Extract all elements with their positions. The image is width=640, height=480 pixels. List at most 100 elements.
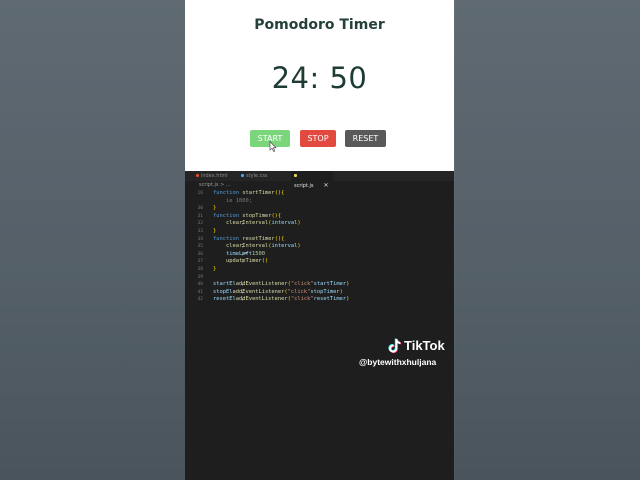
code-line[interactable]: 33} [185, 228, 454, 236]
code-token: } [213, 205, 217, 212]
code-token: () [261, 258, 269, 265]
video-column: Pomodoro Timer 24: 50 START STOP RESET i… [185, 0, 454, 480]
code-line[interactable]: ie 1000; [185, 198, 454, 206]
code-text: } [213, 266, 216, 274]
code-token: ; [241, 258, 245, 265]
left-backdrop [0, 0, 185, 480]
browser-preview: Pomodoro Timer 24: 50 START STOP RESET [185, 0, 454, 171]
line-number: 16 [197, 191, 203, 196]
js-file-icon [294, 174, 297, 177]
code-token: 1500 [251, 250, 265, 257]
code-token: } [213, 265, 217, 272]
code-text: } [213, 205, 216, 213]
code-text: startEl. addEventListener("click", startT… [213, 281, 349, 289]
tiktok-wordmark: TikTok [404, 338, 445, 353]
code-text: } [213, 228, 216, 236]
code-token: resetEl [213, 296, 236, 303]
code-line[interactable]: 40 startEl. addEventListener("click", star… [185, 281, 454, 289]
html-file-icon [196, 174, 199, 177]
code-token: updateTimer [213, 258, 262, 265]
line-number: 34 [197, 236, 203, 242]
right-backdrop [455, 0, 640, 480]
code-line[interactable]: 16 function startTimer(){ [185, 190, 454, 198]
code-token: (){ [274, 190, 285, 196]
code-line[interactable]: 36 timeLeft = 1500; [185, 251, 454, 259]
line-number: 42 [197, 297, 203, 303]
code-line[interactable]: 41 stopEl. addEventListener("click", stopT… [185, 289, 454, 297]
code-text: resetEl. addEventListener("click", resetT… [213, 296, 349, 304]
code-token: ) [297, 243, 301, 250]
code-text: function startTimer(){ [213, 190, 284, 198]
code-token: ie 1000; [213, 197, 252, 204]
code-token: startEl [213, 281, 236, 288]
code-token: resetTimer [313, 296, 347, 303]
code-line[interactable]: 38} [185, 266, 454, 274]
line-number: 30 [197, 206, 203, 212]
code-token: , [241, 288, 248, 295]
code-token: ) [339, 288, 343, 295]
code-text: clearInterval(interval); [213, 243, 301, 251]
timer-display: 24: 50 [271, 61, 368, 95]
line-number: 36 [197, 251, 203, 257]
tab-style-css[interactable]: style.css [238, 171, 290, 181]
code-text: timeLeft = 1500; [213, 251, 265, 259]
code-line[interactable]: 30} [185, 205, 454, 213]
line-number: 40 [197, 282, 203, 288]
line-number: 37 [197, 259, 203, 265]
close-icon[interactable]: ✕ [324, 182, 329, 189]
tab-label: script.js [294, 183, 314, 189]
tab-index-html[interactable]: index.html [193, 171, 235, 181]
code-token: , [241, 296, 248, 303]
code-token: stopTimer [242, 212, 272, 219]
code-line[interactable]: 31 function stopTimer(){ [185, 213, 454, 221]
code-token: stopTimer [310, 288, 340, 295]
code-token: "click" [290, 281, 314, 288]
app-title: Pomodoro Timer [254, 17, 385, 33]
code-line[interactable]: 39 [185, 274, 454, 282]
code-token: ) [346, 281, 350, 288]
code-editor: index.html style.css script.js ✕ script.j… [185, 171, 454, 480]
code-text: updateTimer(); [213, 258, 268, 266]
tab-label: index.html [201, 173, 228, 179]
stop-button[interactable]: STOP [300, 130, 336, 147]
code-token: } [213, 227, 217, 234]
line-number: 35 [197, 244, 203, 250]
code-token: "click" [287, 288, 311, 295]
editor-tab-bar: index.html style.css script.js ✕ [185, 171, 454, 189]
code-line[interactable]: 32 clearInterval(interval); [185, 220, 454, 228]
line-number: 33 [197, 228, 203, 234]
code-text: clearInterval(interval); [213, 220, 301, 228]
line-number: 41 [197, 289, 203, 295]
tab-label: style.css [246, 173, 268, 179]
code-token: ) [297, 220, 301, 227]
css-file-icon [241, 174, 244, 177]
code-line[interactable]: 35 clearInterval(interval); [185, 243, 454, 251]
code-token: function [213, 235, 243, 242]
mouse-cursor-icon [269, 141, 277, 152]
line-number: 31 [197, 213, 203, 219]
code-token: stopEl [213, 288, 233, 295]
tiktok-watermark: TikTok @bytewithxhuljana [359, 336, 456, 372]
video-frame: Pomodoro Timer 24: 50 START STOP RESET i… [0, 0, 640, 480]
code-text: stopEl. addEventListener("click", stopTim… [213, 289, 343, 297]
code-token: , [241, 281, 248, 288]
code-area[interactable]: 16 function startTimer(){ ie 1000; 30} 31 fu… [185, 190, 454, 304]
code-token: function [213, 190, 243, 196]
code-token: function [213, 212, 243, 219]
code-token: startTimer [242, 190, 275, 196]
code-line[interactable]: 34 function resetTimer(){ [185, 236, 454, 244]
reset-button[interactable]: RESET [345, 130, 386, 147]
line-number: 32 [197, 221, 203, 227]
code-token: resetTimer [242, 235, 275, 242]
code-text: ie 1000; [213, 198, 252, 206]
line-number: 39 [197, 274, 203, 280]
code-text: function stopTimer(){ [213, 213, 281, 221]
code-token: interval [271, 220, 298, 227]
tab-script-js[interactable]: script.js ✕ [291, 171, 333, 189]
code-token: (){ [274, 235, 285, 242]
code-line[interactable]: 42 resetEl. addEventListener("click", rese… [185, 296, 454, 304]
code-line[interactable]: 37 updateTimer(); [185, 258, 454, 266]
creator-handle: @bytewithxhuljana [359, 357, 437, 367]
code-token: ; [241, 250, 245, 257]
breadcrumb[interactable]: script.js > ... [199, 182, 231, 189]
